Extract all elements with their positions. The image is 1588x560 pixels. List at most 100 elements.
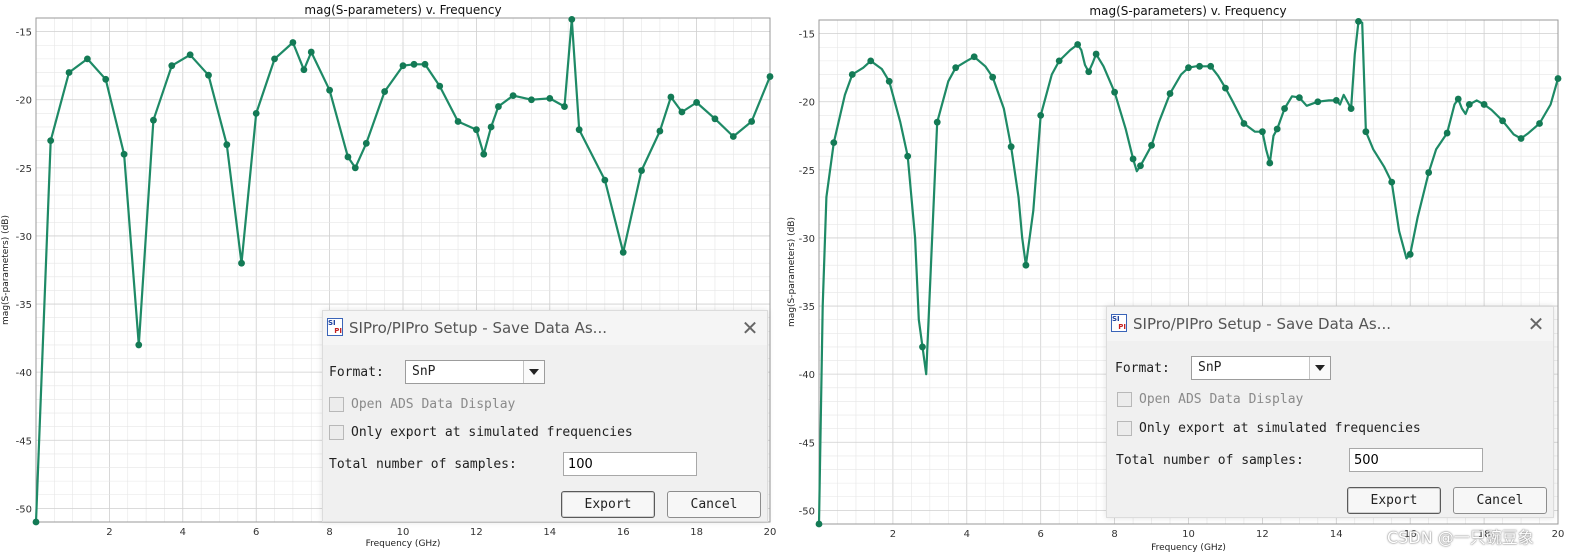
data-point-marker [1465, 101, 1473, 108]
x-tick-label: 2 [890, 529, 896, 540]
samples-input[interactable] [563, 452, 697, 476]
dialog-titlebar[interactable]: SI PI SIPro/PIPro Setup - Save Data As...… [323, 311, 767, 345]
data-point-marker [205, 71, 212, 79]
data-point-marker [238, 259, 245, 267]
open-ads-label: Open ADS Data Display [351, 397, 516, 412]
data-point-marker [1207, 62, 1215, 70]
data-point-marker [1388, 178, 1396, 186]
data-point-marker [509, 92, 517, 100]
data-point-marker [487, 123, 495, 131]
y-tick-label: -45 [16, 436, 32, 447]
data-point-marker [1074, 41, 1082, 48]
data-point-marker [1222, 84, 1229, 92]
data-point-marker [1281, 105, 1288, 112]
open-ads-label: Open ADS Data Display [1139, 392, 1304, 407]
data-point-marker [1185, 64, 1192, 72]
cancel-button[interactable]: Cancel [1453, 487, 1547, 514]
data-point-marker [748, 118, 756, 125]
export-button[interactable]: Export [561, 491, 655, 518]
data-point-marker [601, 176, 609, 184]
data-point-marker [1055, 57, 1063, 65]
y-tick-label: -40 [16, 368, 32, 379]
data-point-marker [1259, 128, 1266, 136]
data-point-marker [830, 139, 838, 146]
data-point-marker [186, 51, 194, 59]
data-point-marker [102, 75, 110, 83]
y-tick-label: -25 [799, 166, 815, 177]
data-point-marker [729, 133, 737, 140]
y-tick-label: -20 [16, 96, 32, 107]
data-point-marker [1166, 90, 1174, 97]
chart-panel-left: 2 4 6 8 10 12 14 16 18 20 -15 -20 -25 -30 -35 -40 -45 -50… [0, 0, 786, 560]
data-point-marker [1266, 159, 1274, 167]
data-point-marker [1092, 50, 1100, 58]
only-export-checkbox[interactable] [1117, 421, 1132, 436]
data-point-marker [362, 139, 370, 147]
chevron-down-icon[interactable] [1309, 357, 1330, 379]
x-tick-label: 18 [690, 527, 703, 538]
close-icon[interactable]: ✕ [739, 317, 761, 339]
data-point-marker [32, 518, 40, 526]
data-point-marker [1425, 169, 1433, 176]
data-point-marker [1443, 129, 1451, 137]
export-button[interactable]: Export [1347, 487, 1441, 514]
data-point-marker [867, 57, 875, 65]
chart-title: mag(S-parameters) v. Frequency [304, 3, 501, 17]
open-ads-checkbox[interactable] [1117, 392, 1132, 407]
y-tick-label: -30 [799, 234, 815, 245]
cancel-button[interactable]: Cancel [667, 491, 761, 518]
watermark-text: CSDN @一只豌豆象 [1387, 528, 1534, 547]
data-point-marker [495, 103, 502, 110]
samples-input[interactable] [1349, 448, 1483, 472]
sipro-app-icon: SI PI [327, 318, 343, 336]
data-point-marker [561, 103, 568, 110]
y-tick-label: -15 [799, 30, 815, 41]
data-point-marker [1332, 96, 1340, 104]
data-point-marker [1347, 105, 1355, 112]
data-point-marker [1314, 98, 1322, 106]
y-axis-label: mag(S-parameters) (dB) [1, 215, 11, 325]
format-select[interactable]: SnP [1191, 356, 1331, 380]
data-point-marker [47, 137, 55, 144]
data-point-marker [619, 248, 627, 256]
data-point-marker [480, 150, 488, 158]
only-export-label: Only export at simulated frequencies [1139, 421, 1421, 436]
y-axis-label: mag(S-parameters) (dB) [787, 217, 797, 327]
data-point-marker [300, 66, 308, 74]
data-point-marker [693, 99, 700, 106]
format-select[interactable]: SnP [405, 360, 545, 384]
data-point-marker [473, 126, 480, 134]
data-point-marker [1362, 128, 1370, 136]
data-point-marker [1517, 135, 1525, 142]
data-point-marker [1406, 250, 1414, 258]
data-point-marker [1196, 62, 1203, 70]
y-tick-label: -25 [16, 164, 32, 175]
open-ads-checkbox[interactable] [329, 397, 344, 412]
close-icon[interactable]: ✕ [1525, 313, 1547, 335]
x-tick-label: 8 [326, 527, 332, 538]
x-tick-label: 6 [1038, 529, 1044, 540]
chevron-down-icon[interactable] [523, 361, 544, 383]
y-tick-label: -45 [799, 438, 815, 449]
data-point-marker [1148, 141, 1155, 149]
data-point-marker [1240, 120, 1248, 127]
data-point-marker [568, 15, 576, 23]
data-point-marker [970, 53, 978, 61]
data-point-marker [65, 69, 73, 76]
only-export-checkbox[interactable] [329, 425, 344, 440]
data-point-marker [933, 118, 941, 126]
data-point-marker [271, 55, 278, 63]
x-tick-label: 20 [764, 527, 777, 538]
x-tick-label: 12 [1256, 529, 1269, 540]
y-tick-label: -40 [799, 370, 815, 381]
data-point-marker [656, 127, 664, 135]
x-tick-label: 4 [180, 527, 186, 538]
x-tick-label: 2 [106, 527, 112, 538]
data-point-marker [1085, 68, 1093, 76]
data-point-marker [1454, 95, 1462, 103]
x-axis-label: Frequency (GHz) [366, 539, 441, 549]
x-tick-label: 14 [1330, 529, 1343, 540]
dialog-titlebar[interactable]: SI PI SIPro/PIPro Setup - Save Data As...… [1107, 307, 1553, 341]
data-point-marker [546, 94, 554, 102]
data-point-marker [168, 62, 176, 70]
